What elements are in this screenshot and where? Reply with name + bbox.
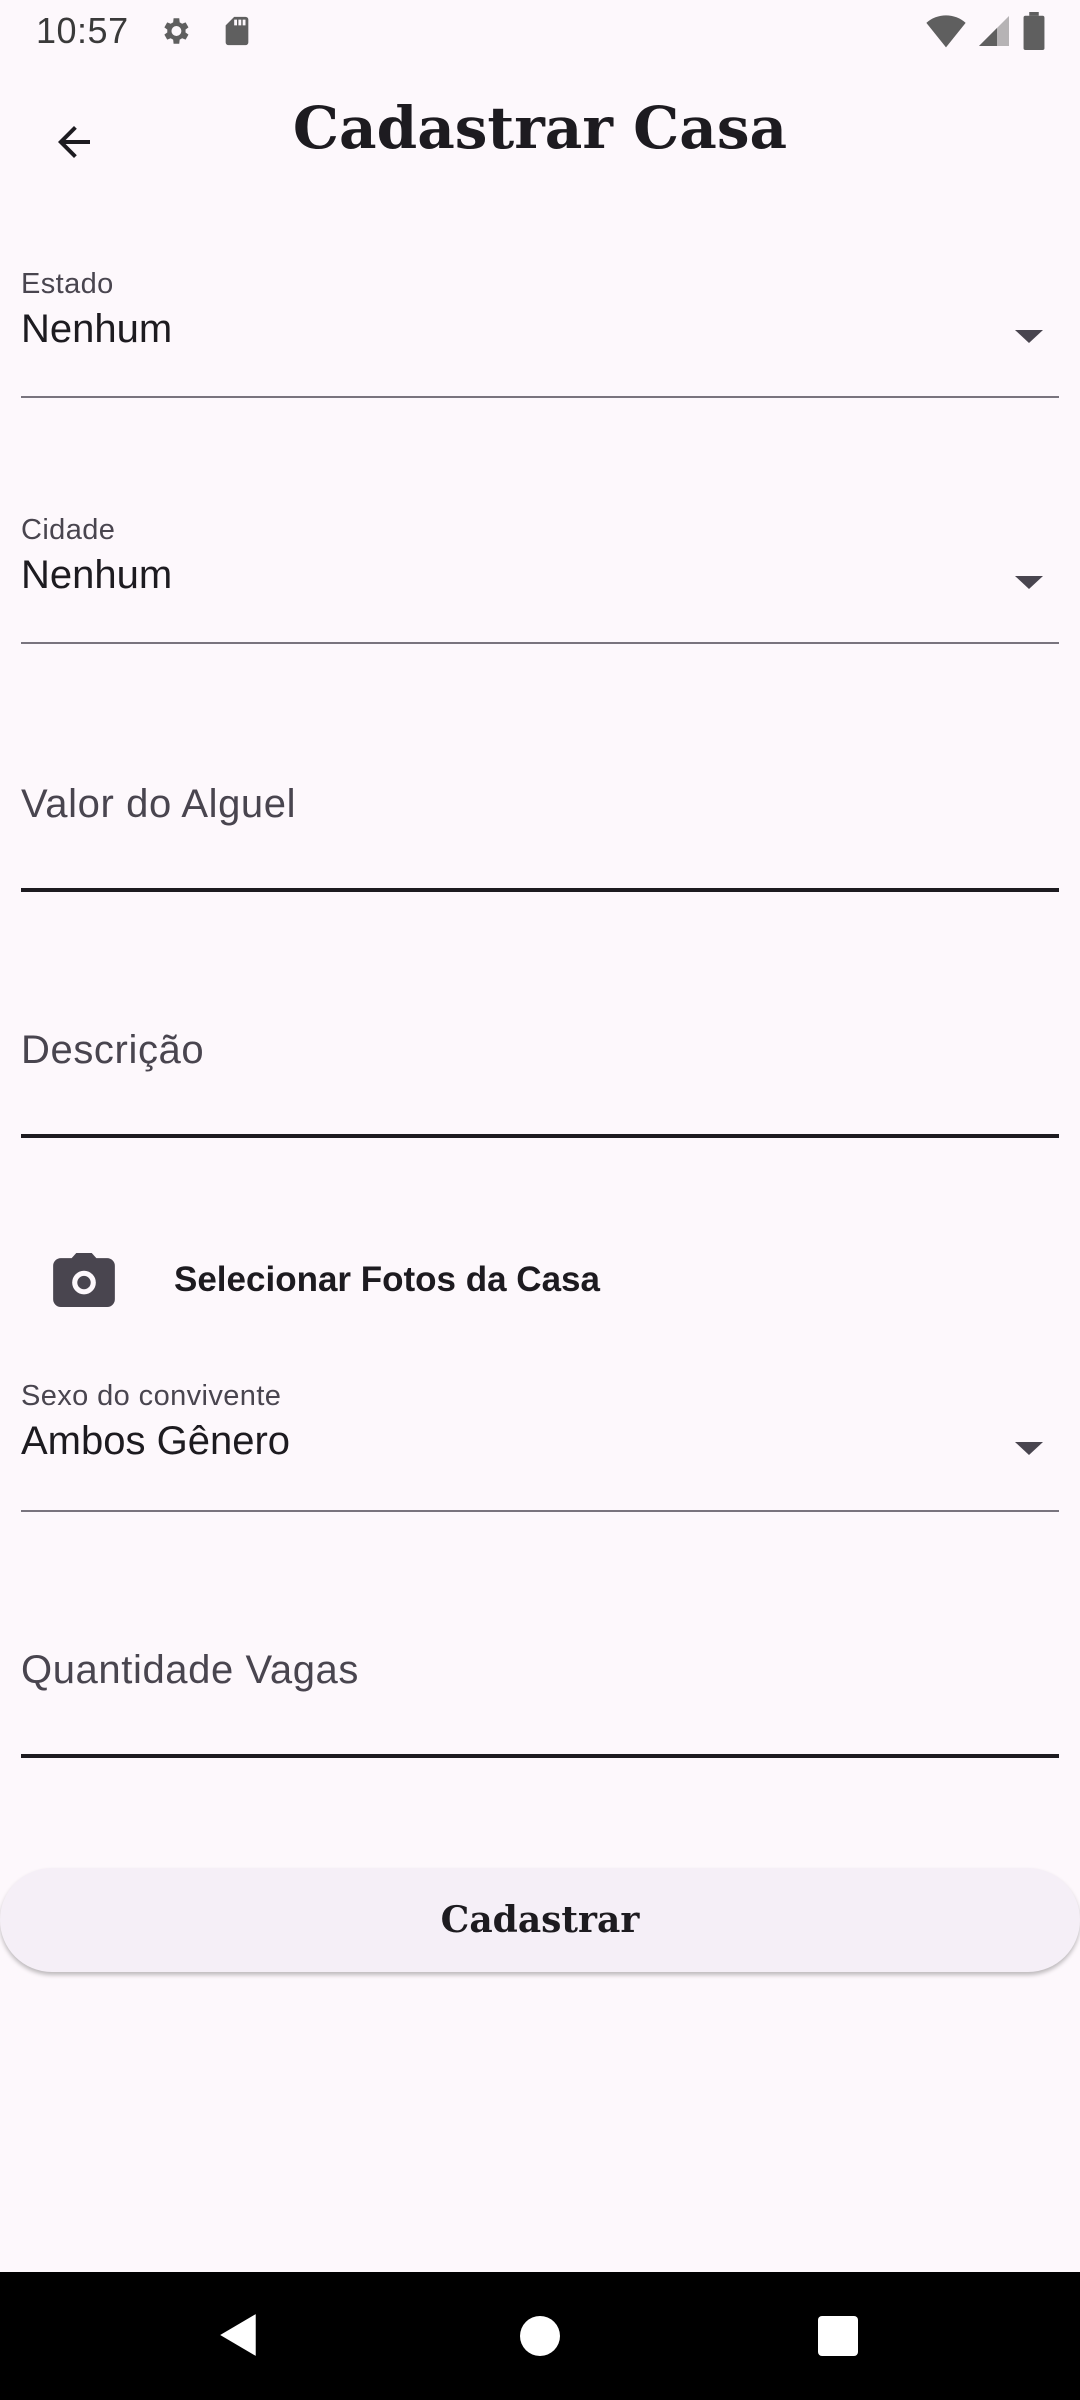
estado-underline (21, 396, 1059, 398)
dropdown-arrow-icon (1015, 1442, 1043, 1455)
vagas-input[interactable]: Quantidade Vagas (21, 1648, 1059, 1762)
nav-back-icon[interactable] (218, 2312, 260, 2363)
status-time: 10:57 (36, 10, 129, 51)
signal-icon (976, 13, 1012, 54)
sexo-label: Sexo do convivente (21, 1380, 282, 1412)
sd-card-icon (220, 14, 254, 53)
select-photos-label: Selecionar Fotos da Casa (174, 1260, 600, 1299)
descricao-underline (21, 1134, 1059, 1138)
valor-aluguel-placeholder: Valor do Alguel (21, 782, 297, 826)
estado-dropdown[interactable]: Estado Nenhum (21, 268, 1059, 400)
cadastrar-label: Cadastrar (440, 1899, 640, 1941)
cidade-label: Cidade (21, 514, 116, 546)
cidade-dropdown[interactable]: Cidade Nenhum (21, 514, 1059, 646)
select-photos-button[interactable]: Selecionar Fotos da Casa (40, 1240, 1040, 1320)
descricao-input[interactable]: Descrição (21, 1028, 1059, 1142)
estado-value: Nenhum (21, 307, 173, 351)
estado-label: Estado (21, 268, 114, 300)
cidade-value: Nenhum (21, 553, 173, 597)
wifi-icon (926, 13, 966, 54)
sexo-dropdown[interactable]: Sexo do convivente Ambos Gênero (21, 1380, 1059, 1512)
sexo-value: Ambos Gênero (21, 1419, 291, 1463)
vagas-placeholder: Quantidade Vagas (21, 1648, 359, 1692)
valor-aluguel-input[interactable]: Valor do Alguel (21, 782, 1059, 896)
cidade-underline (21, 642, 1059, 644)
descricao-placeholder: Descrição (21, 1028, 205, 1072)
dropdown-arrow-icon (1015, 576, 1043, 589)
status-bar: 10:57 (0, 0, 1080, 64)
app-bar: Cadastrar Casa (0, 64, 1080, 204)
valor-aluguel-underline (21, 888, 1059, 892)
nav-recents-icon[interactable] (818, 2316, 858, 2356)
system-nav-bar (0, 2272, 1080, 2400)
vagas-underline (21, 1754, 1059, 1758)
gear-icon (158, 14, 192, 53)
camera-icon (40, 1236, 128, 1324)
page-title: Cadastrar Casa (292, 94, 788, 162)
cadastrar-button[interactable]: Cadastrar (0, 1868, 1080, 1972)
dropdown-arrow-icon (1015, 330, 1043, 343)
battery-icon (1022, 12, 1046, 55)
sexo-underline (21, 1510, 1059, 1512)
nav-home-icon[interactable] (520, 2316, 560, 2356)
